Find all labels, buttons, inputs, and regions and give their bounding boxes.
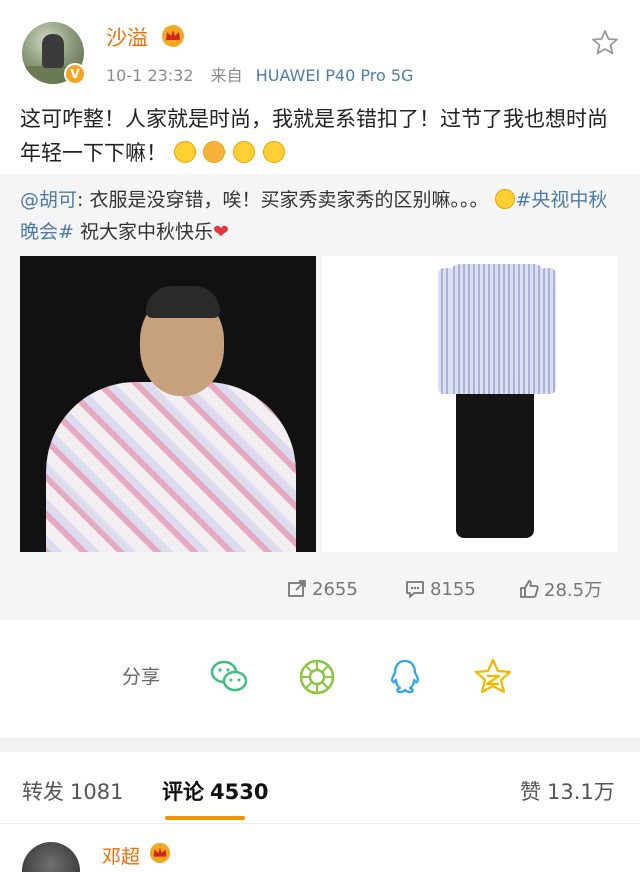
wechat-icon[interactable] — [208, 656, 250, 698]
tab-comments-label: 评论 — [162, 780, 204, 804]
qzone-icon[interactable] — [472, 656, 514, 698]
comment-username[interactable]: 邓超 — [102, 842, 140, 869]
via-label: 来自 — [210, 66, 243, 85]
tab-comments[interactable]: 评论 4530 — [162, 776, 268, 806]
tab-reposts-count: 1081 — [70, 780, 124, 804]
tab-likes[interactable]: 赞 13.1万 — [520, 776, 615, 806]
repost-card[interactable]: @胡可: 衣服是没穿错，唉！买家秀卖家秀的区别嘛。。。 #央视中秋晚会# 祝大家… — [0, 174, 640, 620]
post-meta: 10-1 23:32 来自 HUAWEI P40 Pro 5G — [106, 62, 413, 86]
comment-icon — [406, 581, 424, 598]
repost-body: : 衣服是没穿错，唉！买家秀卖家秀的区别嘛。。。 — [77, 189, 489, 211]
verified-badge-icon: V — [64, 63, 86, 85]
photo-performer[interactable] — [20, 256, 316, 552]
grin-emoji-icon — [233, 141, 256, 163]
tab-reposts[interactable]: 转发 1081 — [22, 776, 123, 806]
tab-reposts-label: 转发 — [22, 780, 64, 804]
tab-likes-count: 13.1万 — [547, 780, 615, 804]
post-time: 10-1 23:32 — [106, 66, 194, 85]
kiss-emoji-icon — [203, 141, 226, 163]
post-body: 这可咋整！人家就是时尚，我就是系错扣了！过节了我也想时尚年轻一下下嘛！ — [20, 107, 608, 165]
comment-avatar[interactable] — [22, 842, 80, 872]
share-label: 分享 — [122, 666, 161, 688]
repost-count[interactable]: 2655 — [286, 574, 358, 604]
tongue-emoji-icon — [494, 189, 515, 209]
comment-count[interactable]: 8155 — [404, 574, 476, 604]
post-text: 这可咋整！人家就是时尚，我就是系错扣了！过节了我也想时尚年轻一下下嘛！ — [20, 102, 620, 170]
tab-likes-label: 赞 — [520, 780, 541, 804]
tab-bar: 转发 1081 评论 4530 赞 13.1万 — [0, 752, 640, 824]
repost-author-link[interactable]: @胡可 — [20, 189, 77, 211]
laugh-cry-emoji-icon — [173, 141, 196, 163]
repost-count-value: 2655 — [312, 578, 358, 600]
username[interactable]: 沙溢 — [106, 22, 148, 52]
repost-tail: 祝大家中秋快乐 — [73, 221, 213, 243]
section-separator — [0, 738, 640, 752]
share-row: 分享 — [0, 640, 640, 720]
comment-item[interactable]: 邓超 — [0, 826, 640, 872]
post-header: V 沙溢 10-1 23:32 来自 HUAWEI P40 Pro 5G — [0, 0, 640, 100]
grin-emoji-icon — [262, 141, 285, 163]
repost-text: @胡可: 衣服是没穿错，唉！买家秀卖家秀的区别嘛。。。 #央视中秋晚会# 祝大家… — [20, 184, 620, 248]
photo-model-outfit[interactable] — [322, 256, 618, 552]
active-tab-indicator — [165, 816, 245, 820]
moments-icon[interactable] — [296, 656, 338, 698]
like-count[interactable]: 28.5万 — [518, 574, 602, 604]
qq-icon[interactable] — [384, 656, 426, 698]
crown-icon — [149, 842, 171, 864]
repost-icon — [288, 580, 306, 597]
heart-icon: ❤ — [212, 221, 229, 243]
thumbs-up-icon — [520, 580, 539, 598]
crown-icon — [162, 25, 184, 47]
like-count-value: 28.5万 — [544, 580, 603, 601]
favorite-star-icon[interactable] — [590, 28, 620, 58]
device-link[interactable]: HUAWEI P40 Pro 5G — [256, 66, 414, 85]
tab-comments-count: 4530 — [210, 780, 269, 804]
comment-count-value: 8155 — [430, 578, 476, 600]
